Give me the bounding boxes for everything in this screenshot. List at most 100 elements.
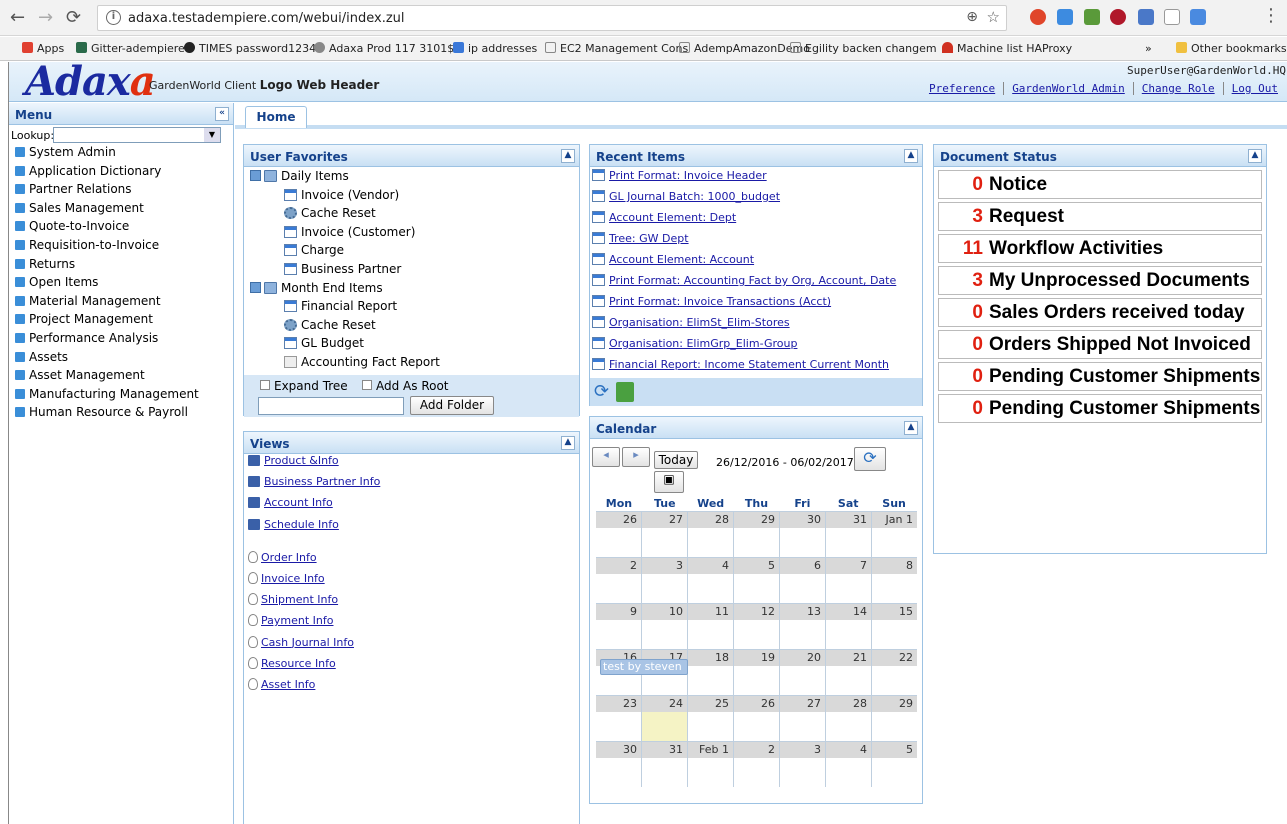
recent-item[interactable]: Financial Report: Income Statement Curre… — [590, 358, 922, 379]
calendar-day[interactable]: 8 — [871, 558, 917, 603]
calendar-day[interactable]: 27 — [641, 512, 687, 557]
calendar-day[interactable]: 9 — [596, 604, 641, 649]
collapse-up-icon[interactable]: ▲ — [561, 436, 575, 450]
address-bar[interactable]: i adaxa.testadempiere.com/webui/index.zu… — [97, 5, 1007, 31]
calendar-day[interactable]: 26 — [733, 696, 779, 741]
favorite-item[interactable]: Invoice (Customer) — [250, 225, 579, 244]
calendar-day[interactable]: 29 — [871, 696, 917, 741]
favorite-item[interactable]: Charge — [250, 243, 579, 262]
favorite-folder[interactable]: Daily Items — [250, 169, 579, 188]
recent-item[interactable]: Tree: GW Dept — [590, 232, 922, 253]
bookmarks-overflow[interactable]: » — [1145, 42, 1152, 55]
bookmark-item[interactable]: TIMES password12345 — [184, 42, 323, 55]
back-icon[interactable]: ← — [10, 8, 25, 28]
collapse-left-icon[interactable]: « — [215, 107, 229, 121]
calendar-day[interactable]: 12 — [733, 604, 779, 649]
bookmark-item[interactable]: Egility backen changem — [790, 42, 937, 55]
calendar-day[interactable]: 14 — [825, 604, 871, 649]
view-item[interactable]: Cash Journal Info — [244, 635, 579, 657]
zoom-icon[interactable]: ⊕ — [966, 9, 978, 25]
view-item[interactable]: Asset Info — [244, 677, 579, 699]
calendar-day[interactable]: 3 — [779, 742, 825, 787]
menu-item[interactable]: Partner Relations — [9, 182, 233, 201]
view-item[interactable]: Schedule Info — [244, 518, 579, 539]
extension-icon[interactable] — [1138, 9, 1154, 25]
calendar-day[interactable]: 31 — [825, 512, 871, 557]
recent-item[interactable]: Print Format: Invoice Header — [590, 169, 922, 190]
bookmark-item[interactable]: EC2 Management Cons — [545, 42, 688, 55]
menu-item[interactable]: Manufacturing Management — [9, 387, 233, 406]
view-item[interactable]: Shipment Info — [244, 593, 579, 614]
calendar-day[interactable]: 29 — [733, 512, 779, 557]
expand-tree-checkbox[interactable]: Expand Tree — [260, 379, 348, 393]
calendar-day[interactable]: 3 — [641, 558, 687, 603]
recent-item[interactable]: Organisation: ElimGrp_Elim-Group — [590, 337, 922, 358]
calendar-day[interactable]: 6 — [779, 558, 825, 603]
admin-link[interactable]: GardenWorld Admin — [1003, 82, 1133, 95]
menu-item[interactable]: Project Management — [9, 312, 233, 331]
menu-kebab-icon[interactable]: ⋮ — [1262, 6, 1280, 26]
calendar-day[interactable]: 22 — [871, 650, 917, 695]
trash-icon[interactable] — [616, 382, 634, 402]
view-item[interactable]: Invoice Info — [244, 571, 579, 593]
calendar-day[interactable]: 13 — [779, 604, 825, 649]
calendar-day[interactable]: 20 — [779, 650, 825, 695]
extension-icon[interactable] — [1190, 9, 1206, 25]
menu-item[interactable]: Application Dictionary — [9, 164, 233, 183]
bookmark-item[interactable]: Adaxa Prod 117 3101$! — [314, 42, 459, 55]
calendar-day[interactable]: 28 — [825, 696, 871, 741]
favorite-item[interactable]: Cache Reset — [250, 318, 579, 337]
favorite-item[interactable]: Accounting Fact Report — [250, 355, 579, 374]
document-status-item[interactable]: 0 Pending Customer Shipments — [938, 362, 1262, 391]
menu-item[interactable]: System Admin — [9, 145, 233, 164]
tab-home[interactable]: Home — [245, 106, 307, 128]
recent-item[interactable]: Print Format: Accounting Fact by Org, Ac… — [590, 274, 922, 295]
prev-button[interactable]: ◂ — [592, 447, 620, 467]
calendar-day[interactable]: Feb 1 — [687, 742, 733, 787]
menu-item[interactable]: Quote-to-Invoice — [9, 219, 233, 238]
collapse-up-icon[interactable]: ▲ — [904, 149, 918, 163]
preference-link[interactable]: Preference — [921, 82, 1003, 95]
recent-item[interactable]: Print Format: Invoice Transactions (Acct… — [590, 295, 922, 316]
folder-name-input[interactable] — [258, 397, 404, 415]
bookmark-item[interactable]: Machine list HAProxy — [942, 42, 1072, 55]
menu-item[interactable]: Open Items — [9, 275, 233, 294]
calendar-day[interactable]: 24 — [641, 696, 687, 741]
reload-icon[interactable]: ⟳ — [66, 8, 81, 28]
calendar-day[interactable]: 28 — [687, 512, 733, 557]
calendar-day[interactable]: 5 — [733, 558, 779, 603]
calendar-day[interactable]: 23 — [596, 696, 641, 741]
favorite-folder[interactable]: Month End Items — [250, 281, 579, 300]
refresh-icon[interactable]: ⟳ — [594, 381, 612, 402]
forward-icon[interactable]: → — [38, 8, 53, 28]
menu-item[interactable]: Requisition-to-Invoice — [9, 238, 233, 257]
view-item[interactable]: Payment Info — [244, 614, 579, 635]
collapse-up-icon[interactable]: ▲ — [904, 421, 918, 435]
view-item[interactable]: Business Partner Info — [244, 475, 579, 496]
today-button[interactable]: Today — [654, 451, 698, 469]
document-status-item[interactable]: 0 Orders Shipped Not Invoiced — [938, 330, 1262, 359]
menu-item[interactable]: Human Resource & Payroll — [9, 405, 233, 424]
menu-item[interactable]: Sales Management — [9, 201, 233, 220]
menu-item[interactable]: Assets — [9, 350, 233, 369]
chevron-down-icon[interactable]: ▼ — [204, 128, 220, 142]
calendar-day[interactable]: 19 — [733, 650, 779, 695]
calendar-day[interactable]: 25 — [687, 696, 733, 741]
lookup-combobox[interactable]: ▼ — [53, 127, 221, 143]
calendar-day[interactable]: 21 — [825, 650, 871, 695]
calendar-day[interactable]: 11 — [687, 604, 733, 649]
favorite-item[interactable]: Financial Report — [250, 299, 579, 318]
recent-item[interactable]: Account Element: Dept — [590, 211, 922, 232]
document-status-item[interactable]: 0 Pending Customer Shipments — [938, 394, 1262, 423]
document-status-item[interactable]: 11 Workflow Activities — [938, 234, 1262, 263]
bookmark-apps[interactable]: Apps — [22, 42, 64, 55]
extension-icon[interactable] — [1057, 9, 1073, 25]
calendar-refresh-button[interactable]: ⟳ — [854, 447, 886, 471]
calendar-day[interactable]: 27 — [779, 696, 825, 741]
favorite-item[interactable]: Invoice (Vendor) — [250, 188, 579, 207]
menu-item[interactable]: Material Management — [9, 294, 233, 313]
favorite-item[interactable]: Cache Reset — [250, 206, 579, 225]
recent-item[interactable]: GL Journal Batch: 1000_budget — [590, 190, 922, 211]
calendar-day[interactable]: 2 — [596, 558, 641, 603]
calendar-day[interactable]: 5 — [871, 742, 917, 787]
